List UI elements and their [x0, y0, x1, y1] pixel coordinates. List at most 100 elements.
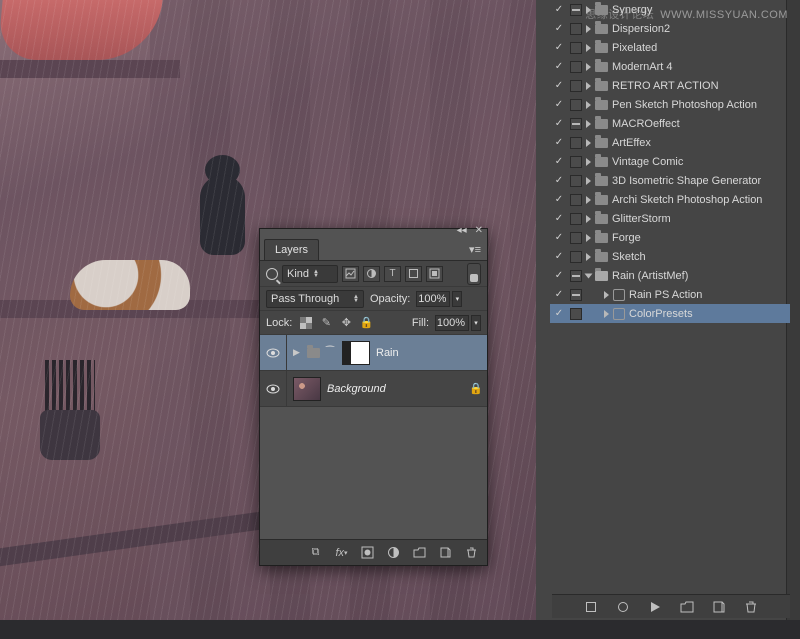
visibility-eye-icon[interactable] — [266, 382, 280, 396]
disclosure-triangle[interactable] — [586, 158, 591, 166]
layer-name[interactable]: Background — [327, 383, 463, 395]
toggle-checkmark[interactable] — [552, 308, 566, 319]
dialog-toggle[interactable] — [570, 4, 582, 16]
dialog-toggle[interactable] — [570, 61, 582, 73]
action-row[interactable]: MACROeffect — [550, 114, 790, 133]
filter-shape-icon[interactable] — [405, 266, 422, 282]
mask-link-icon[interactable]: ⁀ — [326, 347, 336, 358]
disclosure-triangle[interactable] — [585, 273, 593, 278]
toggle-checkmark[interactable] — [552, 61, 566, 72]
lock-pixels-icon[interactable]: ✎ — [318, 315, 334, 331]
disclosure-triangle[interactable] — [586, 234, 591, 242]
toggle-checkmark[interactable] — [552, 99, 566, 110]
action-row[interactable]: ColorPresets — [550, 304, 790, 323]
trash-icon[interactable] — [464, 545, 479, 560]
toggle-checkmark[interactable] — [552, 213, 566, 224]
panel-menu-icon[interactable]: ▾≡ — [463, 239, 487, 260]
collapse-icon[interactable]: ◂◂ — [457, 225, 467, 236]
toggle-checkmark[interactable] — [552, 23, 566, 34]
lock-transparent-icon[interactable] — [298, 315, 314, 331]
fx-icon[interactable]: fx▾ — [334, 545, 349, 560]
dialog-toggle[interactable] — [570, 251, 582, 263]
disclosure-triangle[interactable] — [586, 253, 591, 261]
panel-titlebar[interactable]: ◂◂ ✕ — [260, 229, 487, 237]
link-layers-icon[interactable]: ⧉ — [308, 545, 323, 560]
dialog-toggle[interactable] — [570, 213, 582, 225]
layer-name[interactable]: Rain — [376, 347, 481, 359]
layer-mask-thumb[interactable] — [342, 341, 370, 365]
action-row[interactable]: ModernArt 4 — [550, 57, 790, 76]
toggle-checkmark[interactable] — [552, 4, 566, 15]
dialog-toggle[interactable] — [570, 23, 582, 35]
blend-mode-dropdown[interactable]: Pass Through ▲▼ — [266, 290, 364, 308]
dialog-toggle[interactable] — [570, 80, 582, 92]
toggle-checkmark[interactable] — [552, 175, 566, 186]
action-row[interactable]: Archi Sketch Photoshop Action — [550, 190, 790, 209]
toggle-checkmark[interactable] — [552, 251, 566, 262]
toggle-checkmark[interactable] — [552, 270, 566, 281]
filter-type-icon[interactable]: T — [384, 266, 401, 282]
record-button[interactable] — [616, 600, 630, 614]
action-row[interactable]: Rain (ArtistMef) — [550, 266, 790, 285]
action-row[interactable]: Rain PS Action — [550, 285, 790, 304]
disclosure-triangle[interactable] — [586, 196, 591, 204]
action-row[interactable]: Synergy — [550, 0, 790, 19]
action-row[interactable]: Dispersion2 — [550, 19, 790, 38]
toggle-checkmark[interactable] — [552, 137, 566, 148]
toggle-checkmark[interactable] — [552, 232, 566, 243]
dialog-toggle[interactable] — [570, 42, 582, 54]
lock-all-icon[interactable]: 🔒 — [358, 315, 374, 331]
dialog-toggle[interactable] — [570, 175, 582, 187]
disclosure-triangle[interactable] — [604, 291, 609, 299]
action-row[interactable]: Sketch — [550, 247, 790, 266]
disclosure-triangle[interactable]: ▶ — [293, 347, 301, 358]
filter-toggle[interactable] — [467, 263, 481, 285]
layer-thumb[interactable] — [293, 377, 321, 401]
toggle-checkmark[interactable] — [552, 194, 566, 205]
play-button[interactable] — [648, 600, 662, 614]
disclosure-triangle[interactable] — [586, 120, 591, 128]
filter-smart-icon[interactable] — [426, 266, 443, 282]
toggle-checkmark[interactable] — [552, 80, 566, 91]
fill-stepper[interactable]: ▾ — [471, 315, 481, 331]
action-row[interactable]: RETRO ART ACTION — [550, 76, 790, 95]
disclosure-triangle[interactable] — [586, 63, 591, 71]
close-icon[interactable]: ✕ — [475, 225, 483, 236]
new-layer-icon[interactable] — [438, 545, 453, 560]
adjustment-icon[interactable] — [386, 545, 401, 560]
disclosure-triangle[interactable] — [586, 215, 591, 223]
layer-row[interactable]: ▶ ⁀ Rain — [260, 335, 487, 371]
tab-layers[interactable]: Layers — [264, 239, 319, 260]
disclosure-triangle[interactable] — [586, 6, 591, 14]
mask-icon[interactable] — [360, 545, 375, 560]
toggle-checkmark[interactable] — [552, 118, 566, 129]
layer-row[interactable]: Background🔒 — [260, 371, 487, 407]
action-row[interactable]: 3D Isometric Shape Generator — [550, 171, 790, 190]
toggle-checkmark[interactable] — [552, 289, 566, 300]
group-icon[interactable] — [412, 545, 427, 560]
dialog-toggle[interactable] — [570, 156, 582, 168]
action-row[interactable]: GlitterStorm — [550, 209, 790, 228]
action-row[interactable]: Forge — [550, 228, 790, 247]
dialog-toggle[interactable] — [570, 194, 582, 206]
filter-kind-dropdown[interactable]: Kind ▲▼ — [282, 265, 338, 283]
opacity-input[interactable]: 100% — [416, 291, 450, 307]
disclosure-triangle[interactable] — [586, 44, 591, 52]
dialog-toggle[interactable] — [570, 232, 582, 244]
toggle-checkmark[interactable] — [552, 42, 566, 53]
disclosure-triangle[interactable] — [586, 82, 591, 90]
disclosure-triangle[interactable] — [586, 139, 591, 147]
opacity-stepper[interactable]: ▾ — [452, 291, 462, 307]
disclosure-triangle[interactable] — [586, 177, 591, 185]
filter-pixel-icon[interactable] — [342, 266, 359, 282]
dialog-toggle[interactable] — [570, 289, 582, 301]
dialog-toggle[interactable] — [570, 270, 582, 282]
action-row[interactable]: Pen Sketch Photoshop Action — [550, 95, 790, 114]
toggle-checkmark[interactable] — [552, 156, 566, 167]
dialog-toggle[interactable] — [570, 99, 582, 111]
fill-input[interactable]: 100% — [435, 315, 469, 331]
action-row[interactable]: ArtEffex — [550, 133, 790, 152]
disclosure-triangle[interactable] — [604, 310, 609, 318]
lock-position-icon[interactable]: ✥ — [338, 315, 354, 331]
disclosure-triangle[interactable] — [586, 25, 591, 33]
